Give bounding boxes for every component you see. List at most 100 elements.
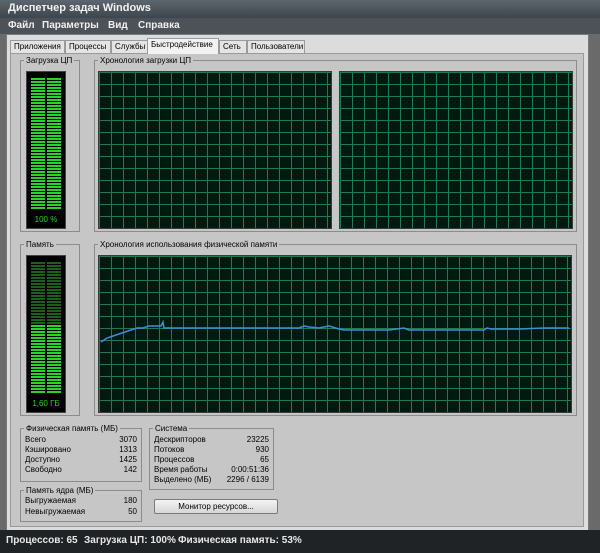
meter-segment: [31, 159, 45, 161]
meter-segment: [31, 274, 45, 276]
menu-view[interactable]: Вид: [108, 20, 128, 31]
meter-segment: [31, 165, 45, 167]
meter-segment: [31, 361, 45, 363]
stat-label: Время работы: [154, 465, 208, 474]
meter-segment: [47, 78, 61, 80]
meter-segment: [31, 123, 45, 125]
stat-label: Кэшировано: [25, 445, 72, 454]
meter-segment: [31, 283, 45, 285]
tab-services[interactable]: Службы: [111, 40, 148, 53]
meter-segment: [31, 295, 45, 297]
meter-segment: [47, 105, 61, 107]
stat-row: Невыгружаемая 50: [25, 507, 137, 517]
meter-segment: [47, 147, 61, 149]
tab-users[interactable]: Пользователи: [247, 40, 305, 53]
stat-label: Процессов: [154, 455, 195, 464]
meter-segment: [47, 186, 61, 188]
meter-segment: [47, 319, 61, 321]
stat-value: 0:00:51:36: [231, 465, 269, 474]
meter-segment: [31, 120, 45, 122]
meter-segment: [31, 376, 45, 378]
meter-segment: [31, 198, 45, 200]
meter-segment: [31, 379, 45, 381]
meter-segment: [31, 301, 45, 303]
meter-segment: [31, 174, 45, 176]
status-cpu: Загрузка ЦП: 100%: [84, 535, 176, 546]
meter-segment: [31, 343, 45, 345]
meter-segment: [31, 340, 45, 342]
menu-help[interactable]: Справка: [138, 20, 180, 31]
meter-segment: [47, 304, 61, 306]
memory-history-title: Хронология использования физической памя…: [100, 240, 278, 249]
meter-segment: [47, 328, 61, 330]
meter-segment: [31, 373, 45, 375]
meter-segment: [31, 337, 45, 339]
stat-value: 1313: [119, 445, 137, 454]
menu-file[interactable]: Файл: [8, 20, 35, 31]
meter-segment: [47, 391, 61, 393]
stat-value: 65: [260, 455, 269, 464]
meter-segment: [47, 280, 61, 282]
meter-segment: [47, 379, 61, 381]
meter-segment: [47, 316, 61, 318]
resource-monitor-button[interactable]: Монитор ресурсов...: [154, 499, 278, 514]
meter-segment: [31, 319, 45, 321]
meter-segment: [31, 81, 45, 83]
meter-segment: [47, 346, 61, 348]
meter-segment: [31, 177, 45, 179]
meter-segment: [31, 325, 45, 327]
meter-segment: [47, 123, 61, 125]
meter-segment: [31, 195, 45, 197]
meter-segment: [31, 265, 45, 267]
memory-meter: 1,60 ГБ: [26, 255, 66, 413]
tab-processes[interactable]: Процессы: [65, 40, 111, 53]
meter-segment: [47, 295, 61, 297]
meter-segment: [31, 286, 45, 288]
meter-segment: [47, 93, 61, 95]
cpu-usage-label: 100 %: [34, 215, 58, 224]
meter-segment: [47, 81, 61, 83]
meter-segment: [31, 370, 45, 372]
stat-label: Дескрипторов: [154, 435, 206, 444]
meter-segment: [31, 105, 45, 107]
meter-segment: [31, 186, 45, 188]
meter-segment: [47, 198, 61, 200]
cpu-usage-title: Загрузка ЦП: [26, 56, 73, 65]
stat-label: Невыгружаемая: [25, 507, 86, 516]
meter-segment: [31, 180, 45, 182]
status-bar: Процессов: 65 Загрузка ЦП: 100% Физическ…: [0, 530, 600, 553]
meter-segment: [31, 102, 45, 104]
stat-label: Выгружаемая: [25, 496, 76, 505]
tab-network[interactable]: Сеть: [219, 40, 247, 53]
meter-segment: [31, 138, 45, 140]
meter-segment: [47, 373, 61, 375]
meter-segment: [31, 201, 45, 203]
stat-row: Кэшировано 1313: [25, 445, 137, 455]
meter-segment: [31, 168, 45, 170]
meter-segment: [31, 204, 45, 206]
meter-segment: [31, 126, 45, 128]
stat-value: 180: [123, 496, 137, 505]
meter-segment: [31, 111, 45, 113]
menu-options[interactable]: Параметры: [42, 20, 99, 31]
tab-performance[interactable]: Быстродействие: [147, 38, 219, 54]
meter-segment: [47, 132, 61, 134]
tab-applications[interactable]: Приложения: [10, 40, 65, 53]
meter-segment: [47, 162, 61, 164]
meter-segment: [47, 370, 61, 372]
meter-segment: [47, 102, 61, 104]
meter-segment: [47, 87, 61, 89]
meter-segment: [31, 382, 45, 384]
meter-segment: [47, 189, 61, 191]
system-title: Система: [155, 424, 188, 433]
meter-segment: [47, 361, 61, 363]
meter-segment: [47, 325, 61, 327]
memory-usage-title: Память: [26, 240, 54, 249]
meter-segment: [31, 355, 45, 357]
stat-label: Всего: [25, 435, 46, 444]
meter-segment: [31, 78, 45, 80]
meter-segment: [31, 162, 45, 164]
stat-label: Выделено (МБ): [154, 475, 212, 484]
meter-segment: [31, 346, 45, 348]
status-memory: Физическая память: 53%: [178, 535, 302, 546]
